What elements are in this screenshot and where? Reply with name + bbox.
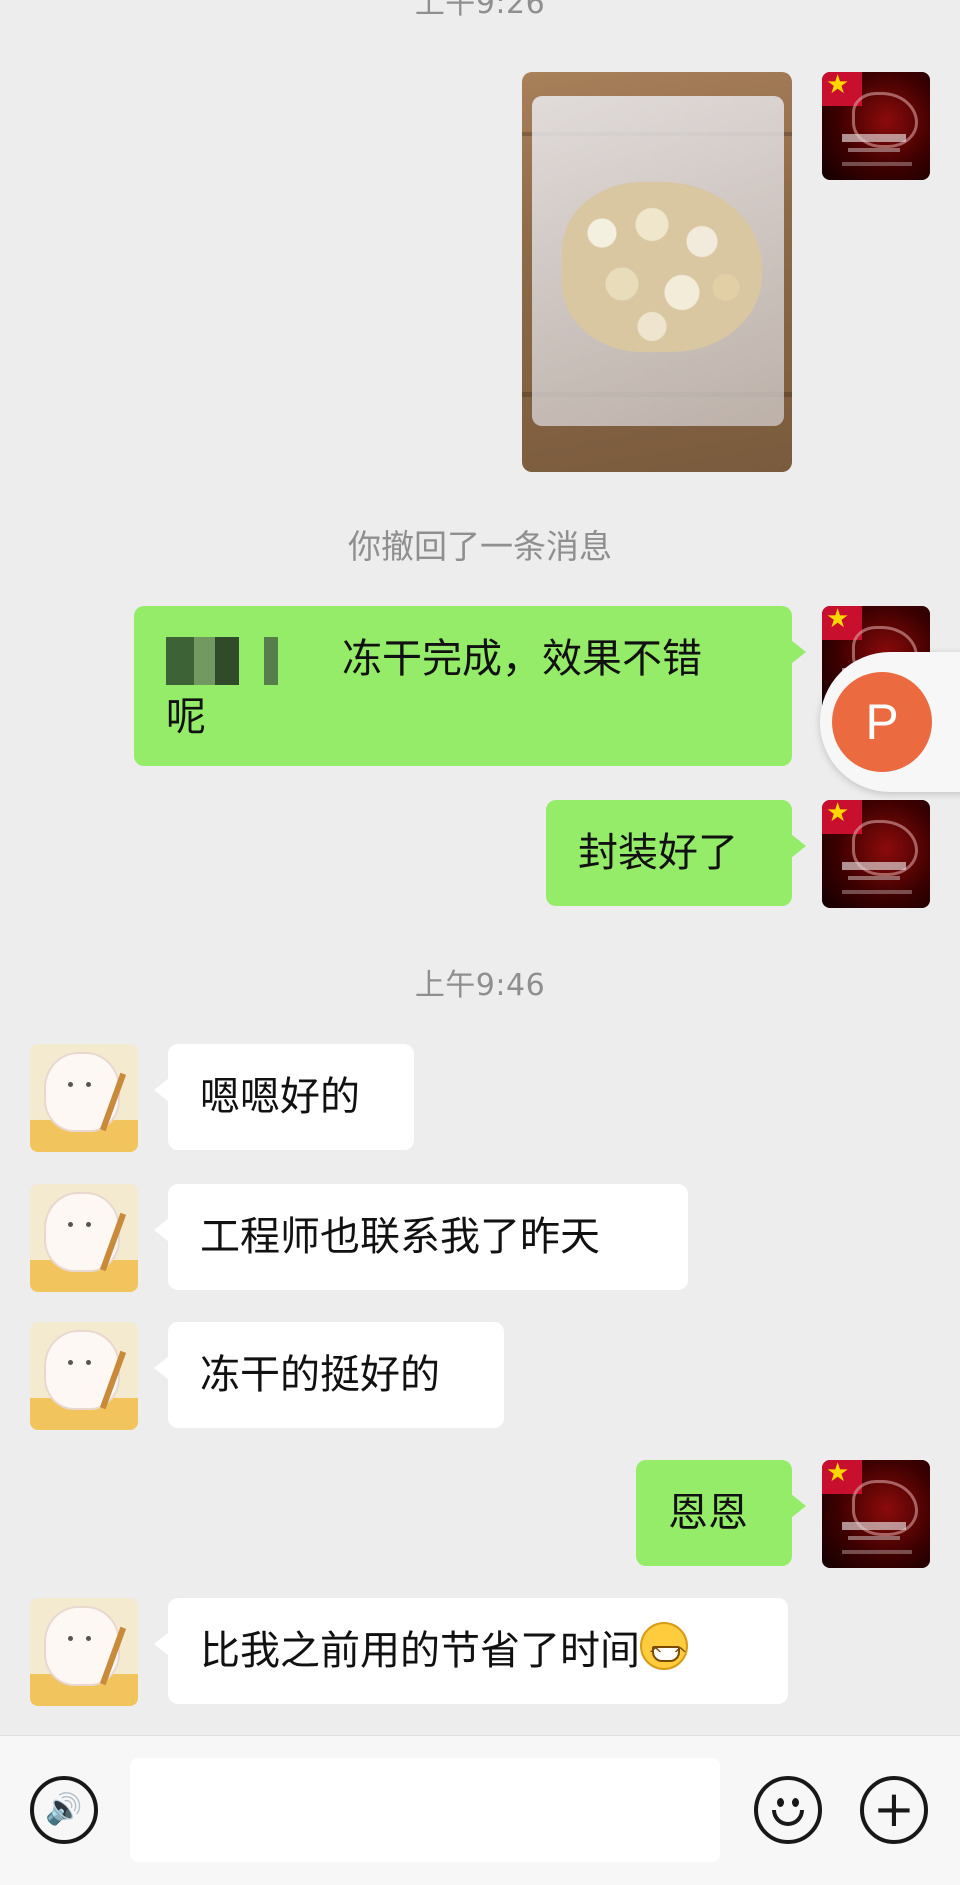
photo-message[interactable] bbox=[522, 72, 792, 472]
voice-input-icon: 🔊 bbox=[45, 1792, 83, 1827]
message-bubble-me-1[interactable]: 冻干完成，效果不错 呢 bbox=[134, 606, 806, 766]
voice-input-button[interactable]: 🔊 bbox=[30, 1776, 98, 1844]
message-text: 冻干的挺好的 bbox=[200, 1352, 440, 1398]
emoji-button[interactable] bbox=[754, 1776, 822, 1844]
message-text: 冻干完成，效果不错 bbox=[342, 636, 702, 682]
chat-area[interactable]: 上午9:26 你撤回了一条消息 冻干完成，效果不错 呢 P 封装好了 上午9 bbox=[0, 0, 960, 1735]
time-divider-top: 上午9:26 bbox=[414, 0, 546, 21]
message-bubble-them-1[interactable]: 嗯嗯好的 bbox=[154, 1044, 414, 1150]
my-avatar[interactable] bbox=[822, 1460, 930, 1568]
plus-icon: + bbox=[873, 1780, 915, 1838]
contact-avatar[interactable] bbox=[30, 1184, 138, 1292]
message-text: 比我之前用的节省了时间 bbox=[200, 1628, 640, 1674]
contact-avatar[interactable] bbox=[30, 1598, 138, 1706]
grin-emoji-icon bbox=[640, 1622, 690, 1684]
message-bubble-them-2[interactable]: 工程师也联系我了昨天 bbox=[154, 1184, 688, 1290]
photo-nuts bbox=[562, 182, 762, 352]
recall-notice: 你撤回了一条消息 bbox=[348, 527, 612, 566]
emoji-icon bbox=[772, 1810, 804, 1826]
message-text: 封装好了 bbox=[578, 830, 738, 876]
p-badge-icon: P bbox=[832, 672, 932, 772]
message-text: 嗯嗯好的 bbox=[200, 1074, 360, 1120]
contact-avatar[interactable] bbox=[30, 1044, 138, 1152]
my-avatar[interactable] bbox=[822, 72, 930, 180]
my-avatar[interactable] bbox=[822, 800, 930, 908]
input-toolbar: 🔊 + bbox=[0, 1735, 960, 1885]
redacted-name bbox=[166, 637, 306, 685]
more-options-button[interactable]: + bbox=[860, 1776, 928, 1844]
message-bubble-them-4[interactable]: 比我之前用的节省了时间 bbox=[154, 1598, 788, 1704]
message-bubble-me-2[interactable]: 封装好了 bbox=[546, 800, 806, 906]
floating-assistant-button[interactable]: P bbox=[820, 652, 960, 792]
message-bubble-me-3[interactable]: 恩恩 bbox=[636, 1460, 806, 1566]
message-bubble-them-3[interactable]: 冻干的挺好的 bbox=[154, 1322, 504, 1428]
time-divider: 上午9:46 bbox=[414, 968, 546, 1003]
message-text: 工程师也联系我了昨天 bbox=[200, 1214, 600, 1260]
contact-avatar[interactable] bbox=[30, 1322, 138, 1430]
message-text-line2: 呢 bbox=[166, 694, 206, 740]
message-text: 恩恩 bbox=[668, 1490, 748, 1536]
message-input[interactable] bbox=[130, 1758, 720, 1862]
